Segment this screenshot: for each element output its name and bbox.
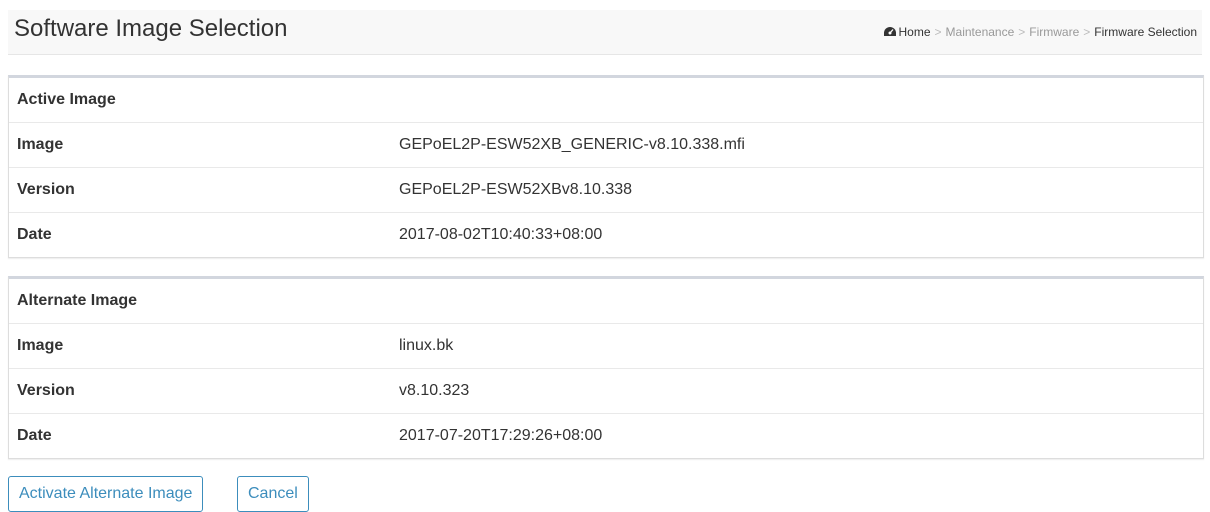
active-image-heading: Active Image <box>17 91 116 108</box>
active-image-value: GEPoEL2P-ESW52XB_GENERIC-v8.10.338.mfi <box>399 136 745 153</box>
version-label: Version <box>17 181 75 198</box>
page-title: Software Image Selection <box>14 15 288 42</box>
breadcrumb-separator: > <box>1083 25 1091 39</box>
breadcrumb-current: Firmware Selection <box>1094 25 1197 39</box>
alternate-version-value: v8.10.323 <box>399 382 470 399</box>
table-row: Date 2017-08-02T10:40:33+08:00 <box>9 212 1203 257</box>
version-label: Version <box>17 382 75 399</box>
table-row: Version GEPoEL2P-ESW52XBv8.10.338 <box>9 167 1203 212</box>
cancel-button[interactable]: Cancel <box>237 476 309 512</box>
active-version-value: GEPoEL2P-ESW52XBv8.10.338 <box>399 181 633 198</box>
image-label: Image <box>17 136 64 153</box>
alternate-image-value: linux.bk <box>399 337 454 354</box>
breadcrumb-firmware[interactable]: Firmware <box>1029 25 1079 39</box>
date-label: Date <box>17 226 52 243</box>
image-label: Image <box>17 337 64 354</box>
dashboard-icon <box>883 27 896 36</box>
alternate-image-heading: Alternate Image <box>17 292 138 309</box>
breadcrumb-maintenance[interactable]: Maintenance <box>946 25 1015 39</box>
breadcrumb: Home > Maintenance > Firmware > Firmware Selec… <box>883 25 1197 39</box>
table-row: Image linux.bk <box>9 323 1203 368</box>
breadcrumb-separator: > <box>934 25 942 39</box>
activate-alternate-image-button[interactable]: Activate Alternate Image <box>8 476 204 512</box>
table-row: Date 2017-07-20T17:29:26+08:00 <box>9 413 1203 458</box>
active-date-value: 2017-08-02T10:40:33+08:00 <box>399 226 603 243</box>
table-row: Version v8.10.323 <box>9 368 1203 413</box>
breadcrumb-separator: > <box>1018 25 1026 39</box>
table-row: Image GEPoEL2P-ESW52XB_GENERIC-v8.10.338… <box>9 122 1203 167</box>
date-label: Date <box>17 427 52 444</box>
breadcrumb-home[interactable]: Home <box>899 25 931 39</box>
alternate-image-panel: Alternate Image Image linux.bk Version v… <box>8 276 1204 459</box>
active-image-panel: Active Image Image GEPoEL2P-ESW52XB_GENE… <box>8 75 1204 258</box>
page-header: Software Image Selection Home > Maintenanc… <box>8 10 1202 55</box>
alternate-date-value: 2017-07-20T17:29:26+08:00 <box>399 427 603 444</box>
